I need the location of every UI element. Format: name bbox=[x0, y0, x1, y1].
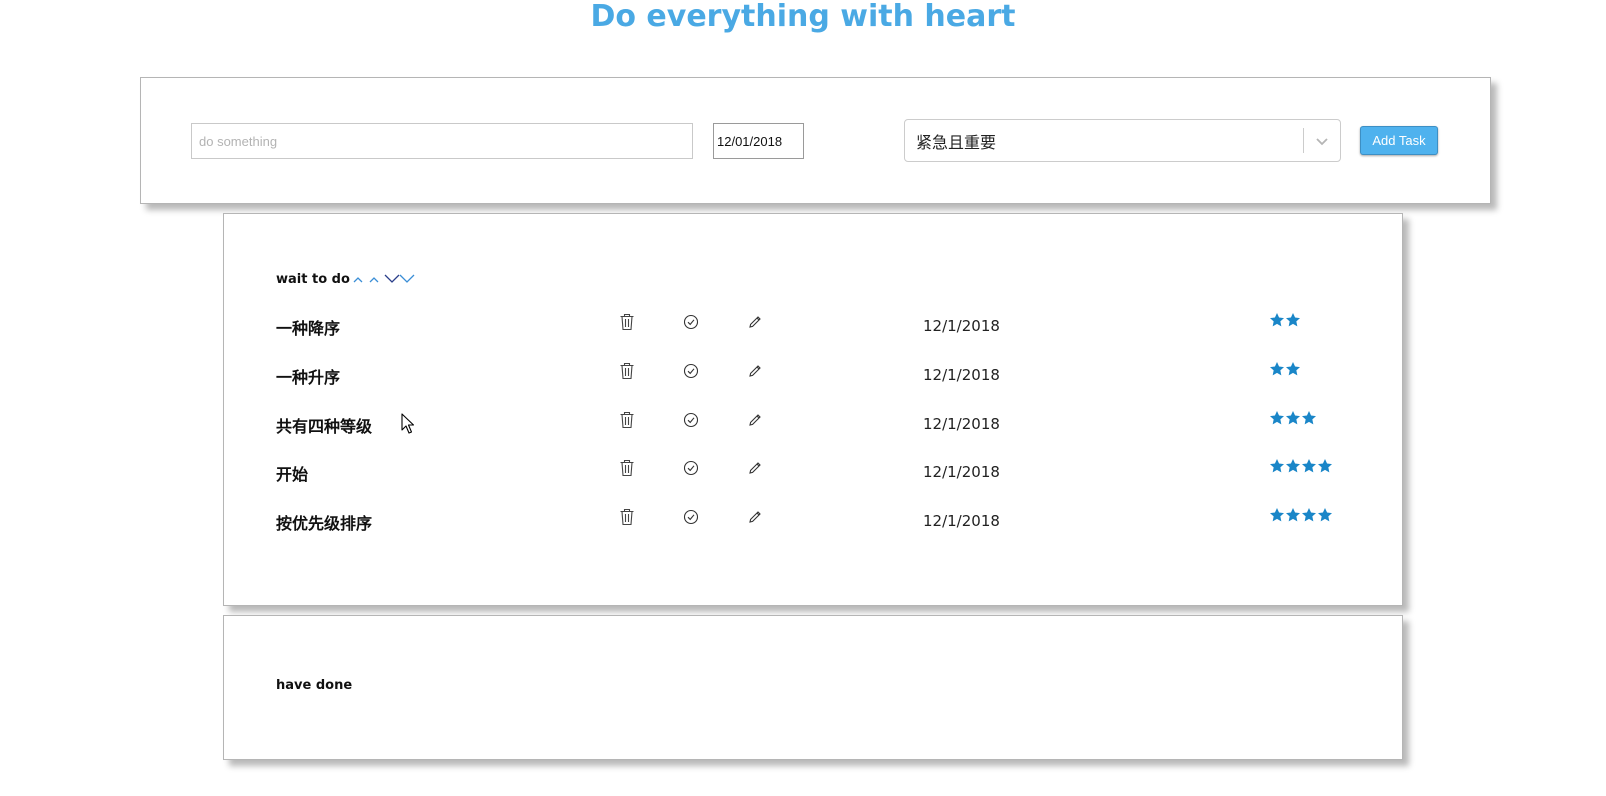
add-task-panel: 紧急且重要 Add Task bbox=[140, 77, 1491, 204]
have-done-header: have done bbox=[276, 678, 353, 693]
priority-stars bbox=[1269, 361, 1301, 377]
star-icon bbox=[1270, 411, 1284, 425]
task-title: 一种降序 bbox=[276, 319, 341, 338]
mouse-cursor-icon bbox=[401, 413, 415, 434]
task-title: 开始 bbox=[276, 465, 309, 484]
pencil-icon[interactable] bbox=[744, 409, 766, 431]
task-date: 12/1/2018 bbox=[923, 317, 1000, 335]
sort-controls bbox=[351, 272, 416, 290]
pencil-icon[interactable] bbox=[744, 311, 766, 333]
pencil-icon[interactable] bbox=[744, 506, 766, 528]
priority-stars bbox=[1269, 312, 1301, 328]
star-icon bbox=[1270, 313, 1284, 327]
trash-icon[interactable] bbox=[616, 506, 638, 528]
trash-icon[interactable] bbox=[616, 457, 638, 479]
star-icon bbox=[1318, 459, 1332, 473]
task-title: 共有四种等级 bbox=[276, 417, 373, 436]
task-row: 按优先级排序 12/1/2018 bbox=[224, 506, 1402, 536]
task-date: 12/1/2018 bbox=[923, 512, 1000, 530]
star-icon bbox=[1286, 313, 1300, 327]
chevron-up-icon[interactable] bbox=[351, 272, 365, 290]
chevron-down-icon[interactable] bbox=[398, 272, 416, 290]
star-icon bbox=[1302, 411, 1316, 425]
date-input[interactable] bbox=[713, 123, 804, 159]
trash-icon[interactable] bbox=[616, 360, 638, 382]
star-icon bbox=[1270, 362, 1284, 376]
check-circle-icon[interactable] bbox=[680, 360, 702, 382]
pencil-icon[interactable] bbox=[744, 360, 766, 382]
check-circle-icon[interactable] bbox=[680, 506, 702, 528]
priority-stars bbox=[1269, 458, 1333, 474]
trash-icon[interactable] bbox=[616, 311, 638, 333]
task-title: 一种升序 bbox=[276, 368, 341, 387]
star-icon bbox=[1286, 459, 1300, 473]
task-row: 开始 12/1/2018 bbox=[224, 457, 1402, 487]
chevron-up-icon[interactable] bbox=[367, 272, 381, 290]
check-circle-icon[interactable] bbox=[680, 457, 702, 479]
task-title: 按优先级排序 bbox=[276, 514, 373, 533]
priority-stars bbox=[1269, 507, 1333, 523]
page-title: Do everything with heart bbox=[590, 0, 1016, 34]
task-input[interactable] bbox=[191, 123, 693, 159]
task-date: 12/1/2018 bbox=[923, 415, 1000, 433]
add-task-button[interactable]: Add Task bbox=[1360, 126, 1438, 155]
star-icon bbox=[1318, 508, 1332, 522]
priority-stars bbox=[1269, 410, 1317, 426]
trash-icon[interactable] bbox=[616, 409, 638, 431]
priority-select-value: 紧急且重要 bbox=[916, 132, 997, 152]
task-row: 一种降序 12/1/2018 bbox=[224, 311, 1402, 341]
task-date: 12/1/2018 bbox=[923, 463, 1000, 481]
star-icon bbox=[1302, 508, 1316, 522]
priority-select[interactable]: 紧急且重要 bbox=[904, 119, 1341, 162]
star-icon bbox=[1286, 411, 1300, 425]
task-date: 12/1/2018 bbox=[923, 366, 1000, 384]
wait-to-do-header: wait to do bbox=[276, 272, 350, 287]
star-icon bbox=[1286, 508, 1300, 522]
pencil-icon[interactable] bbox=[744, 457, 766, 479]
star-icon bbox=[1286, 362, 1300, 376]
have-done-panel: have done bbox=[223, 615, 1403, 760]
star-icon bbox=[1302, 459, 1316, 473]
star-icon bbox=[1270, 508, 1284, 522]
check-circle-icon[interactable] bbox=[680, 311, 702, 333]
chevron-down-icon[interactable] bbox=[1304, 136, 1340, 146]
wait-to-do-panel: wait to do 一种降序 12/1/2018 一种升序 12/1/2018… bbox=[223, 213, 1403, 606]
check-circle-icon[interactable] bbox=[680, 409, 702, 431]
star-icon bbox=[1270, 459, 1284, 473]
task-row: 一种升序 12/1/2018 bbox=[224, 360, 1402, 390]
